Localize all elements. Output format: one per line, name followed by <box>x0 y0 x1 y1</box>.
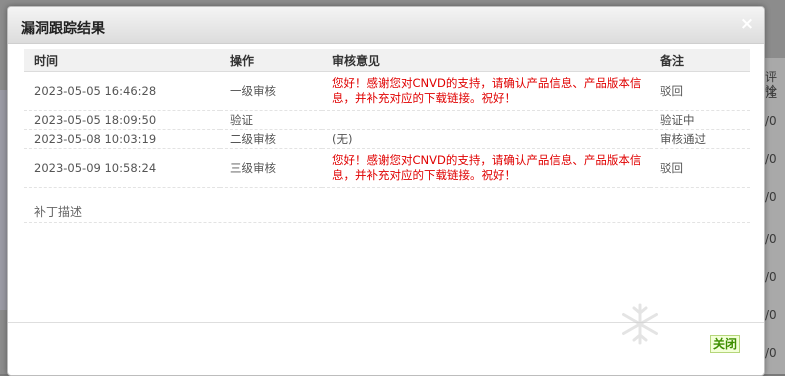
dialog-titlebar[interactable]: 漏洞跟踪结果 × <box>8 7 764 44</box>
bg-text: /0 <box>765 270 777 284</box>
bg-text: /0 <box>765 232 777 246</box>
cell-opinion <box>322 110 650 130</box>
cell-remark: 驳回 <box>650 148 750 188</box>
table-row: 2023-05-05 18:09:50 验证 验证中 <box>24 110 750 130</box>
patch-description-label: 补丁描述 <box>24 202 750 223</box>
cell-time: 2023-05-09 10:58:24 <box>24 148 220 188</box>
snowflake-icon <box>622 303 658 345</box>
cell-remark: 验证中 <box>650 110 750 130</box>
table-row: 2023-05-05 16:46:28 一级审核 您好！感谢您对CNVD的支持，… <box>24 71 750 111</box>
cell-time: 2023-05-08 10:03:19 <box>24 129 220 149</box>
bg-text: /0 <box>765 190 777 204</box>
column-header-opinion: 审核意见 <box>322 49 650 72</box>
tracking-result-dialog: 漏洞跟踪结果 × 时间 操作 审核意见 备注 2023-05-05 16:46:… <box>7 6 765 376</box>
bg-text: /0 <box>765 308 777 322</box>
tracking-table: 时间 操作 审核意见 备注 2023-05-05 16:46:28 一级审核 您… <box>24 49 750 188</box>
cell-opinion: 您好！感谢您对CNVD的支持，请确认产品信息、产品版本信息，并补充对应的下载链接… <box>322 148 650 188</box>
close-icon[interactable]: × <box>739 16 755 33</box>
cell-time: 2023-05-05 16:46:28 <box>24 71 220 111</box>
background-right-strip: 评论 注 /0 /0 /0 /0 /0 /0 /0 <box>763 58 785 374</box>
table-row: 2023-05-09 10:58:24 三级审核 您好！感谢您对CNVD的支持，… <box>24 148 750 188</box>
bg-text: /0 <box>765 346 777 360</box>
column-header-action: 操作 <box>220 49 322 72</box>
table-row: 2023-05-08 10:03:19 二级审核 (无) 审核通过 <box>24 129 750 149</box>
cell-time: 2023-05-05 18:09:50 <box>24 110 220 130</box>
cell-action: 验证 <box>220 110 322 130</box>
dialog-body: 时间 操作 审核意见 备注 2023-05-05 16:46:28 一级审核 您… <box>24 49 750 223</box>
cell-action: 一级审核 <box>220 71 322 111</box>
cell-opinion: (无) <box>322 129 650 149</box>
column-header-remark: 备注 <box>650 49 750 72</box>
dialog-title: 漏洞跟踪结果 <box>21 21 105 37</box>
cell-remark: 审核通过 <box>650 129 750 149</box>
footer-divider <box>8 322 764 323</box>
cell-opinion: 您好！感谢您对CNVD的支持，请确认产品信息、产品版本信息，并补充对应的下载链接… <box>322 71 650 111</box>
cell-remark: 驳回 <box>650 71 750 111</box>
table-header-row: 时间 操作 审核意见 备注 <box>24 49 750 72</box>
cell-action: 三级审核 <box>220 148 322 188</box>
close-button[interactable]: 关闭 <box>710 335 741 353</box>
bg-text: /0 <box>765 114 777 128</box>
column-header-time: 时间 <box>24 49 220 72</box>
bg-text: /0 <box>765 152 777 166</box>
cell-action: 二级审核 <box>220 129 322 149</box>
bg-text: 注 <box>765 86 778 100</box>
